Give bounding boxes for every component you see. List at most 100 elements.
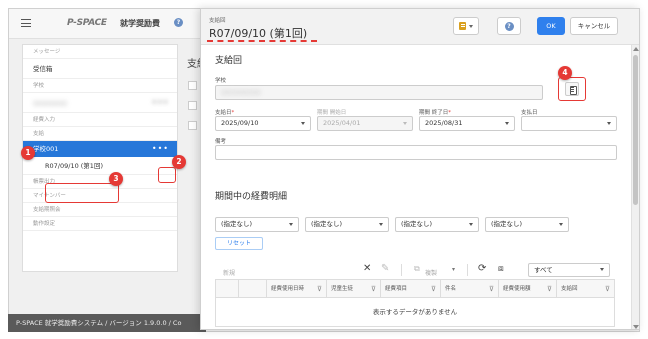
section-expense-details-title: 期間中の経費明細 [215, 192, 288, 202]
refresh-icon[interactable]: ⟳ [478, 264, 486, 274]
filter-icon[interactable]: ⊽ [489, 280, 494, 298]
chevron-down-icon [600, 268, 604, 271]
copy-button[interactable]: 複製 [425, 268, 437, 277]
column-header-blank [238, 280, 266, 298]
sidebar: メッセージ 受信箱 学校 ○○○○○○ ••• 経費入力 支給 学校001 ••… [22, 44, 178, 272]
sidebar-section-message: メッセージ [23, 45, 177, 59]
more-icon[interactable]: ••• [152, 93, 169, 113]
period-start-value: 2025/04/01 [323, 119, 361, 127]
filter-icon[interactable]: ⊽ [605, 280, 610, 298]
note-input[interactable] [215, 145, 617, 160]
copy-icon[interactable]: ⧉ [414, 264, 420, 274]
payment-date-value: 2025/09/10 [221, 119, 259, 127]
grid-empty-message: 表示するデータがありません [372, 308, 458, 316]
scroll-down-icon[interactable] [633, 325, 639, 329]
filter-value: (指定なし) [221, 220, 253, 228]
document-icon [459, 22, 466, 30]
copy-dropdown[interactable]: ▾ [452, 266, 455, 273]
highlight-payment-round [45, 183, 119, 203]
cancel-button[interactable]: キャンセル [570, 17, 618, 35]
grid-header: 経費使用日時 ⊽ 児童生徒 ⊽ 経費項目 ⊽ 件名 ⊽ 経費使用額 ⊽ 支給回 ⊽ [216, 280, 614, 298]
column-header-student[interactable]: 児童生徒 ⊽ [326, 280, 380, 298]
selected-more-icon[interactable]: ••• [152, 141, 169, 157]
pay-date-label: 支払日 [521, 110, 538, 116]
app-title: 就学奨励費 [120, 19, 160, 28]
ok-button[interactable]: OK [537, 17, 565, 35]
filter-icon[interactable]: ⊽ [317, 280, 322, 298]
highlight-calculator [558, 77, 586, 101]
edit-icon[interactable]: ✎ [381, 264, 389, 274]
view-select[interactable]: すべて [528, 263, 610, 277]
callout-4: 4 [558, 66, 572, 80]
scroll-up-icon[interactable] [633, 47, 639, 51]
school-field: ○○○○○○○ [215, 85, 543, 100]
expense-grid: 経費使用日時 ⊽ 児童生徒 ⊽ 経費項目 ⊽ 件名 ⊽ 経費使用額 ⊽ 支給回 ⊽ 表示する… [215, 279, 615, 327]
payment-date-label: 支給日* [215, 110, 235, 116]
dialog-scrollbar[interactable] [631, 45, 639, 329]
callout-3: 3 [109, 172, 123, 186]
filter-select-3[interactable]: (指定なし) [395, 217, 479, 232]
period-start-label: 期間 開始日 [317, 110, 347, 116]
filter-icon[interactable]: ⊽ [371, 280, 376, 298]
dialog-header: 支給回 R07/09/10 (第1回) ? OK キャンセル [201, 9, 639, 45]
column-header-date[interactable]: 経費使用日時 ⊽ [266, 280, 326, 298]
filter-icon[interactable]: ⊽ [431, 280, 436, 298]
sidebar-item-selected-school[interactable]: 学校001 ••• [23, 141, 177, 157]
dialog-label: 支給回 [209, 18, 226, 24]
reset-button[interactable]: リセット [215, 237, 263, 250]
column-header-round[interactable]: 支給回 ⊽ [556, 280, 614, 298]
toolbar-separator [467, 264, 468, 276]
chevron-down-icon [469, 223, 473, 226]
school-label: 学校 [215, 78, 227, 84]
chevron-down-icon [559, 223, 563, 226]
filter-icon[interactable]: ⊽ [547, 280, 552, 298]
column-header-subject[interactable]: 件名 ⊽ [440, 280, 498, 298]
filter-select-2[interactable]: (指定なし) [305, 217, 389, 232]
chevron-down-icon [469, 24, 473, 28]
payment-date-select[interactable]: 2025/09/10 [215, 116, 311, 131]
menu-icon[interactable] [21, 19, 31, 27]
new-button[interactable]: 新規 [223, 268, 235, 277]
chevron-down-icon [289, 223, 293, 226]
sidebar-section-school: 学校 [23, 79, 177, 93]
selected-school-label: 学校001 [33, 145, 59, 153]
highlight-more-button [158, 167, 176, 183]
section-payment-round-title: 支給回 [215, 56, 243, 66]
sidebar-section-payment: 支給 [23, 127, 177, 141]
pay-date-select[interactable] [521, 116, 617, 131]
column-header-amount[interactable]: 経費使用額 ⊽ [498, 280, 556, 298]
sidebar-item-school[interactable]: ○○○○○○ ••• [23, 93, 177, 113]
row-checkbox[interactable] [188, 101, 197, 110]
column-header-item[interactable]: 経費項目 ⊽ [380, 280, 440, 298]
sidebar-item-inbox[interactable]: 受信箱 [23, 59, 177, 79]
scroll-thumb[interactable] [633, 55, 638, 205]
note-label: 備考 [215, 139, 227, 145]
report-menu-button[interactable] [453, 17, 479, 35]
period-end-value: 2025/08/31 [425, 119, 463, 127]
help-button[interactable]: ? [497, 17, 521, 35]
column-header-checkbox[interactable] [216, 280, 238, 298]
school-name-blurred: ○○○○○○ [33, 99, 68, 107]
chevron-down-icon [403, 122, 407, 125]
sidebar-item-payment-round[interactable]: R07/09/10 (第1回) [23, 157, 177, 175]
sidebar-section-expense[interactable]: 経費入力 [23, 113, 177, 127]
filter-select-4[interactable]: (指定なし) [485, 217, 569, 232]
sidebar-section-settings[interactable]: 動作設定 [23, 217, 177, 231]
callout-1: 1 [21, 146, 35, 160]
row-checkbox[interactable] [188, 81, 197, 90]
view-select-value: すべて [534, 266, 553, 274]
export-icon[interactable]: ⧈ [498, 264, 504, 274]
period-end-select[interactable]: 2025/08/31 [419, 116, 515, 131]
sidebar-section-inquiry[interactable]: 支給期照会 [23, 203, 177, 217]
school-value-blurred: ○○○○○○○ [221, 88, 261, 96]
filter-value: (指定なし) [311, 220, 343, 228]
help-icon[interactable]: ? [174, 18, 183, 27]
row-checkbox[interactable] [188, 121, 197, 130]
help-icon: ? [504, 21, 514, 31]
footer-bar: P-SPACE 就学奨励費システム / バージョン 1.9.0.0 / Co [8, 314, 206, 332]
chevron-down-icon [379, 223, 383, 226]
filter-value: (指定なし) [401, 220, 433, 228]
filter-select-1[interactable]: (指定なし) [215, 217, 299, 232]
delete-icon[interactable]: ✕ [363, 264, 371, 274]
chevron-down-icon [505, 122, 509, 125]
